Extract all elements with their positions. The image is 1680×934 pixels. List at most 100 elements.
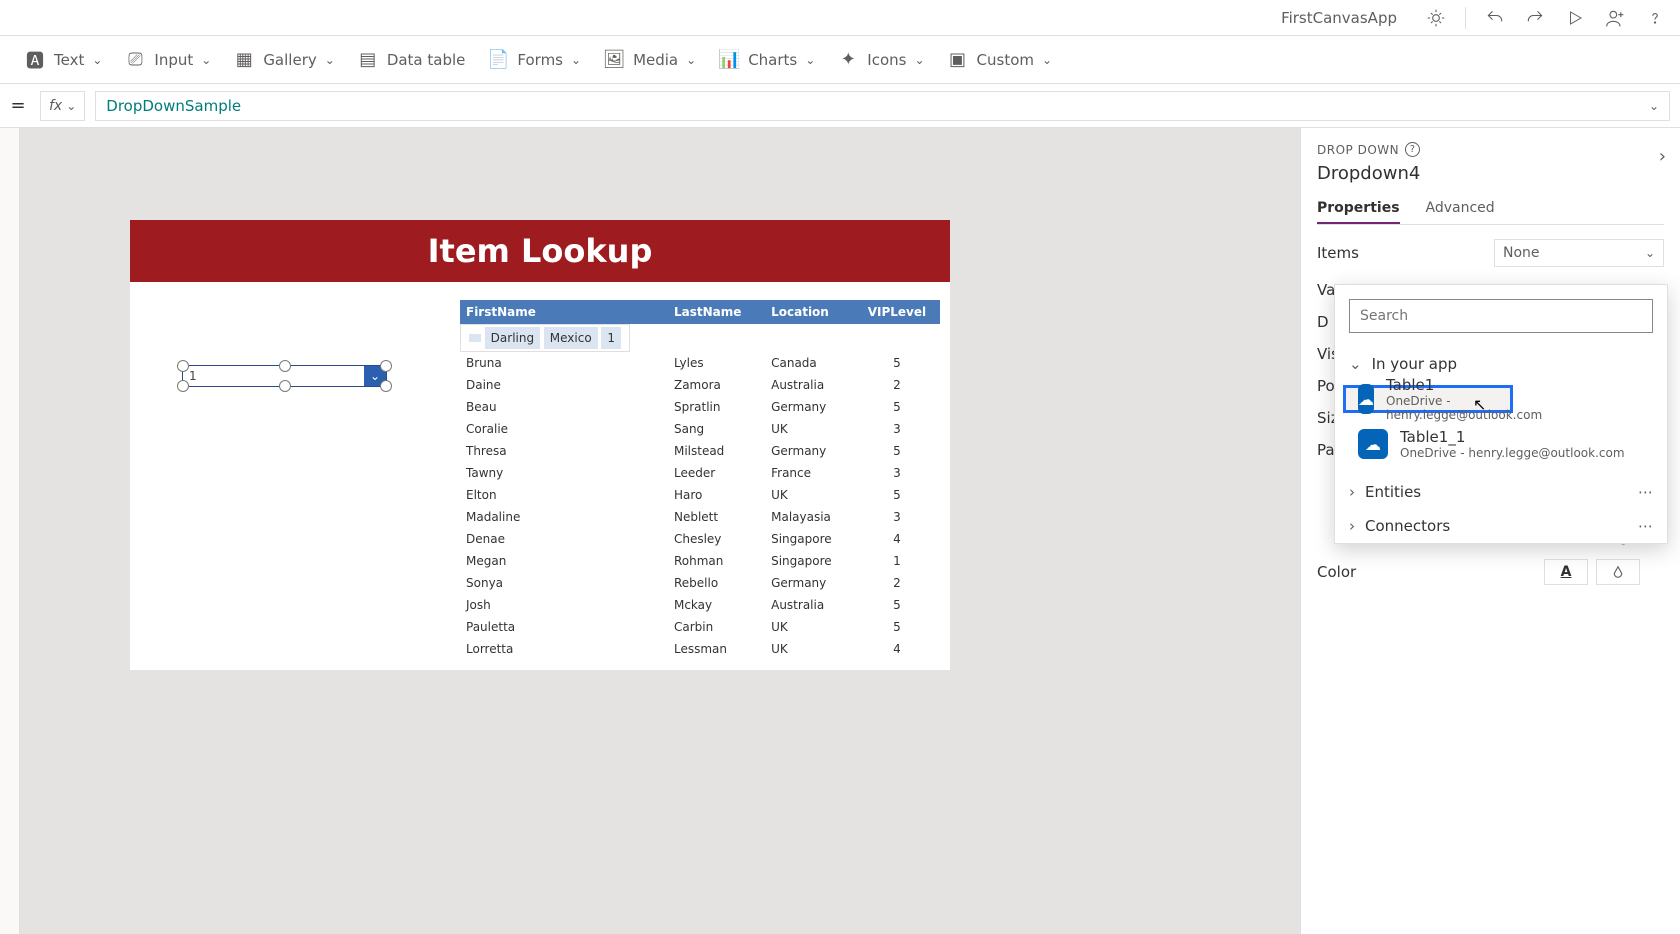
table-row[interactable]: MadalineNeblettMalayasia3 xyxy=(460,506,940,528)
insert-ribbon: 🅰 Text ⌄ ⎚ Input ⌄ ▦ Gallery ⌄ ▤ Data ta… xyxy=(0,36,1680,84)
table-row[interactable]: LorrettaLessmanUK4 xyxy=(460,638,940,660)
redo-icon[interactable] xyxy=(1518,1,1552,35)
forms-icon: 📄 xyxy=(487,49,509,70)
group-connectors[interactable]: › Connectors ⋯ xyxy=(1335,509,1667,543)
help-icon[interactable]: ? xyxy=(1405,142,1420,157)
chevron-down-icon: ⌄ xyxy=(571,53,581,67)
tab-properties[interactable]: Properties xyxy=(1317,194,1400,224)
table-row[interactable]: BrunaLylesCanada5 xyxy=(460,352,940,374)
data-table[interactable]: FirstNameLastNameLocationVIPLevel Darlin… xyxy=(460,300,940,660)
resize-handle[interactable] xyxy=(279,380,291,392)
data-source-search[interactable] xyxy=(1349,299,1653,333)
table-row[interactable]: DenaeChesleySingapore4 xyxy=(460,528,940,550)
onedrive-icon: ☁ xyxy=(1358,384,1374,414)
resize-handle[interactable] xyxy=(279,360,291,372)
table-row[interactable]: BeauSpratlinGermany5 xyxy=(460,396,940,418)
font-color-button[interactable]: A xyxy=(1544,559,1588,585)
help-icon[interactable] xyxy=(1638,1,1672,35)
custom-icon: ▣ xyxy=(947,49,969,70)
dropdown-control-selected[interactable]: 1 ⌄ xyxy=(182,365,387,387)
data-source-item[interactable]: ☁ Table1 OneDrive - henry.legge@outlook.… xyxy=(1343,385,1513,413)
ribbon-forms[interactable]: 📄 Forms ⌄ xyxy=(487,49,581,70)
ribbon-gallery[interactable]: ▦ Gallery ⌄ xyxy=(233,49,335,70)
chevron-down-icon: ⌄ xyxy=(325,53,335,67)
resize-handle[interactable] xyxy=(177,380,189,392)
ribbon-icons[interactable]: ✦ Icons ⌄ xyxy=(837,49,924,70)
search-input[interactable] xyxy=(1358,307,1644,325)
chevron-right-icon: › xyxy=(1349,483,1355,501)
table-row[interactable]: PaulettaCarbinUK5 xyxy=(460,616,940,638)
ribbon-media[interactable]: 🖼 Media ⌄ xyxy=(603,49,696,70)
table-row[interactable]: CoralieSangUK3 xyxy=(460,418,940,440)
play-preview-icon[interactable] xyxy=(1558,1,1592,35)
formula-equals[interactable]: = xyxy=(6,95,30,116)
column-header[interactable]: LastName xyxy=(668,300,765,324)
app-checker-icon[interactable] xyxy=(1419,1,1453,35)
table-row[interactable]: DaineZamoraAustralia2 xyxy=(460,374,940,396)
table-row[interactable]: EltonHaroUK5 xyxy=(460,484,940,506)
ribbon-datatable[interactable]: ▤ Data table xyxy=(357,49,466,70)
chevron-down-icon[interactable]: ⌄ xyxy=(1649,99,1659,113)
share-user-icon[interactable] xyxy=(1598,1,1632,35)
input-icon: ⎚ xyxy=(124,49,146,70)
text-icon: 🅰 xyxy=(24,47,46,73)
data-source-item[interactable]: ☁ Table1_1 OneDrive - henry.legge@outloo… xyxy=(1343,417,1659,471)
table-row[interactable]: TawnyLeederFrance3 xyxy=(460,462,940,484)
column-header[interactable]: FirstName xyxy=(460,300,668,324)
group-entities[interactable]: › Entities ⋯ xyxy=(1335,475,1667,509)
control-type: DROP DOWN ? xyxy=(1317,142,1664,157)
chevron-down-icon: ⌄ xyxy=(805,53,815,67)
formula-bar: = fx⌄ DropDownSample ⌄ xyxy=(0,84,1680,128)
chevron-down-icon: ⌄ xyxy=(914,53,924,67)
resize-handle[interactable] xyxy=(380,360,392,372)
ribbon-charts[interactable]: 📊 Charts ⌄ xyxy=(718,49,815,70)
screen-header: Item Lookup xyxy=(130,220,950,282)
charts-icon: 📊 xyxy=(718,49,740,70)
fx-dropdown[interactable]: fx⌄ xyxy=(40,91,85,121)
chevron-right-icon[interactable]: › xyxy=(1659,146,1666,167)
chevron-down-icon: ⌄ xyxy=(1042,53,1052,67)
chevron-down-icon: ⌄ xyxy=(201,53,211,67)
chevron-down-icon: ⌄ xyxy=(92,53,102,67)
table-row[interactable]: JoshMckayAustralia5 xyxy=(460,594,940,616)
chevron-down-icon: ⌄ xyxy=(686,53,696,67)
prop-color: Color A xyxy=(1317,559,1664,585)
control-name[interactable]: Dropdown4 xyxy=(1317,163,1664,184)
chevron-down-icon: ⌄ xyxy=(1349,355,1362,373)
onedrive-icon: ☁ xyxy=(1358,429,1388,459)
properties-tabs: Properties Advanced xyxy=(1317,194,1664,225)
ribbon-custom[interactable]: ▣ Custom ⌄ xyxy=(947,49,1053,70)
items-dropdown[interactable]: None ⌄ xyxy=(1494,239,1664,267)
app-screen: Item Lookup 1 ⌄ FirstNameLastNameLocatio… xyxy=(130,220,950,670)
table-row[interactable]: SonyaRebelloGermany2 xyxy=(460,572,940,594)
media-icon: 🖼 xyxy=(603,49,625,70)
properties-panel: DROP DOWN ? › Dropdown4 Properties Advan… xyxy=(1300,128,1680,934)
resize-handle[interactable] xyxy=(177,360,189,372)
tab-advanced[interactable]: Advanced xyxy=(1426,194,1495,224)
ribbon-text[interactable]: 🅰 Text ⌄ xyxy=(24,47,102,73)
resize-handle[interactable] xyxy=(380,380,392,392)
icons-icon: ✦ xyxy=(837,49,859,70)
column-header[interactable]: Location xyxy=(765,300,854,324)
chevron-right-icon: › xyxy=(1349,517,1355,535)
title-bar: FirstCanvasApp xyxy=(0,0,1680,36)
left-rail[interactable] xyxy=(0,128,20,934)
table-row[interactable]: DarlingMexico1 xyxy=(460,324,630,352)
data-source-popover: ⌄ In your app ☁ Table1 OneDrive - henry.… xyxy=(1334,284,1668,544)
canvas[interactable]: Item Lookup 1 ⌄ FirstNameLastNameLocatio… xyxy=(20,128,1300,934)
prop-items: Items None ⌄ xyxy=(1317,239,1664,267)
ribbon-input[interactable]: ⎚ Input ⌄ xyxy=(124,49,211,70)
undo-icon[interactable] xyxy=(1478,1,1512,35)
table-row[interactable]: ThresaMilsteadGermany5 xyxy=(460,440,940,462)
main-area: Item Lookup 1 ⌄ FirstNameLastNameLocatio… xyxy=(0,128,1680,934)
formula-input[interactable]: DropDownSample ⌄ xyxy=(95,91,1670,121)
datatable-icon: ▤ xyxy=(357,49,379,70)
fill-color-button[interactable] xyxy=(1596,559,1640,585)
more-icon[interactable]: ⋯ xyxy=(1638,517,1653,535)
gallery-icon: ▦ xyxy=(233,49,255,70)
chevron-down-icon: ⌄ xyxy=(1645,246,1655,260)
more-icon[interactable]: ⋯ xyxy=(1638,483,1653,501)
column-header[interactable]: VIPLevel xyxy=(854,300,940,324)
table-row[interactable]: MeganRohmanSingapore1 xyxy=(460,550,940,572)
app-title: FirstCanvasApp xyxy=(1281,9,1397,27)
